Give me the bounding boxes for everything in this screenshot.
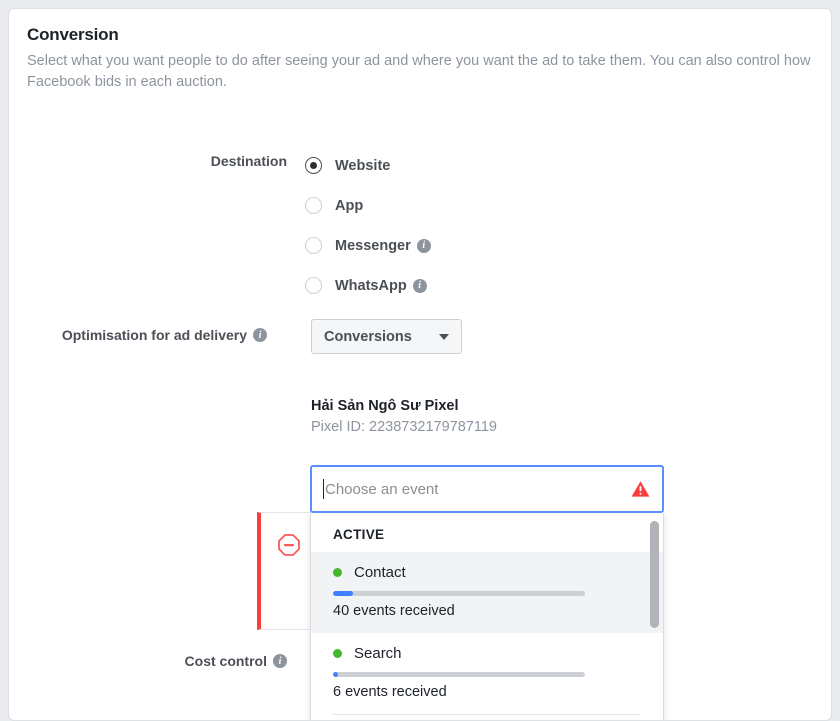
chevron-down-icon xyxy=(439,333,449,340)
info-icon-cost-control[interactable]: i xyxy=(273,654,287,668)
info-icon-whatsapp[interactable]: i xyxy=(412,278,427,293)
radio-label-messenger: Messenger xyxy=(335,237,411,254)
event-combobox[interactable]: Choose an event xyxy=(310,465,664,513)
progress-fill-contact xyxy=(333,591,354,596)
radio-indicator-whatsapp[interactable] xyxy=(305,277,322,294)
conversion-card: Conversion Select what you want people t… xyxy=(8,8,832,721)
events-received-contact: 40 events received xyxy=(333,603,455,619)
dropdown-item-label-search: Search xyxy=(354,645,402,662)
dropdown-scrollbar-thumb[interactable] xyxy=(650,521,659,628)
radio-label-whatsapp: WhatsApp xyxy=(335,277,407,294)
radio-indicator-messenger[interactable] xyxy=(305,237,322,254)
radio-option-app[interactable]: App xyxy=(305,197,363,214)
dropdown-divider xyxy=(333,714,641,715)
text-cursor xyxy=(323,479,324,499)
info-icon-messenger[interactable]: i xyxy=(416,238,431,253)
pixel-name: Hải Sản Ngô Sư Pixel xyxy=(311,398,459,414)
page-title: Conversion xyxy=(27,25,119,44)
pixel-id: Pixel ID: 2238732179787119 xyxy=(311,419,497,435)
optimisation-label-group: Optimisation for ad delivery i xyxy=(29,327,267,343)
optimisation-selected-value: Conversions xyxy=(324,328,412,345)
events-received-search: 6 events received xyxy=(333,684,447,700)
status-dot-active-search xyxy=(333,649,342,658)
progress-bar-contact xyxy=(333,591,585,596)
dropdown-item-contact[interactable]: Contact 40 events received xyxy=(311,552,663,633)
dropdown-scrollbar[interactable] xyxy=(650,519,659,720)
radio-option-website[interactable]: Website xyxy=(305,157,390,174)
radio-indicator-app[interactable] xyxy=(305,197,322,214)
warning-triangle-icon xyxy=(631,480,650,498)
info-icon-optimisation[interactable]: i xyxy=(253,328,267,342)
dropdown-group-title: ACTIVE xyxy=(333,527,385,542)
radio-label-website: Website xyxy=(335,157,391,174)
optimisation-label: Optimisation for ad delivery xyxy=(61,327,247,343)
progress-bar-search xyxy=(333,672,585,677)
cost-control-label: Cost control xyxy=(184,653,267,669)
radio-option-whatsapp[interactable]: WhatsApp i xyxy=(305,277,427,294)
optimisation-dropdown-button[interactable]: Conversions xyxy=(311,319,462,354)
event-dropdown-list[interactable]: ACTIVE Contact 40 events received Search… xyxy=(310,513,664,720)
validation-error-strip xyxy=(257,512,317,630)
blocked-octagon-icon xyxy=(277,533,301,557)
dropdown-item-label-contact: Contact xyxy=(354,564,406,581)
section-description: Select what you want people to do after … xyxy=(27,53,811,90)
destination-label: Destination xyxy=(210,153,287,169)
cost-control-label-group: Cost control i xyxy=(29,653,287,669)
status-dot-active-contact xyxy=(333,568,342,577)
radio-option-messenger[interactable]: Messenger i xyxy=(305,237,431,254)
radio-label-app: App xyxy=(335,197,364,214)
progress-fill-search xyxy=(333,672,339,677)
radio-indicator-website[interactable] xyxy=(305,157,322,174)
event-search-input[interactable]: Choose an event xyxy=(325,481,631,498)
dropdown-item-search[interactable]: Search 6 events received xyxy=(311,633,663,714)
